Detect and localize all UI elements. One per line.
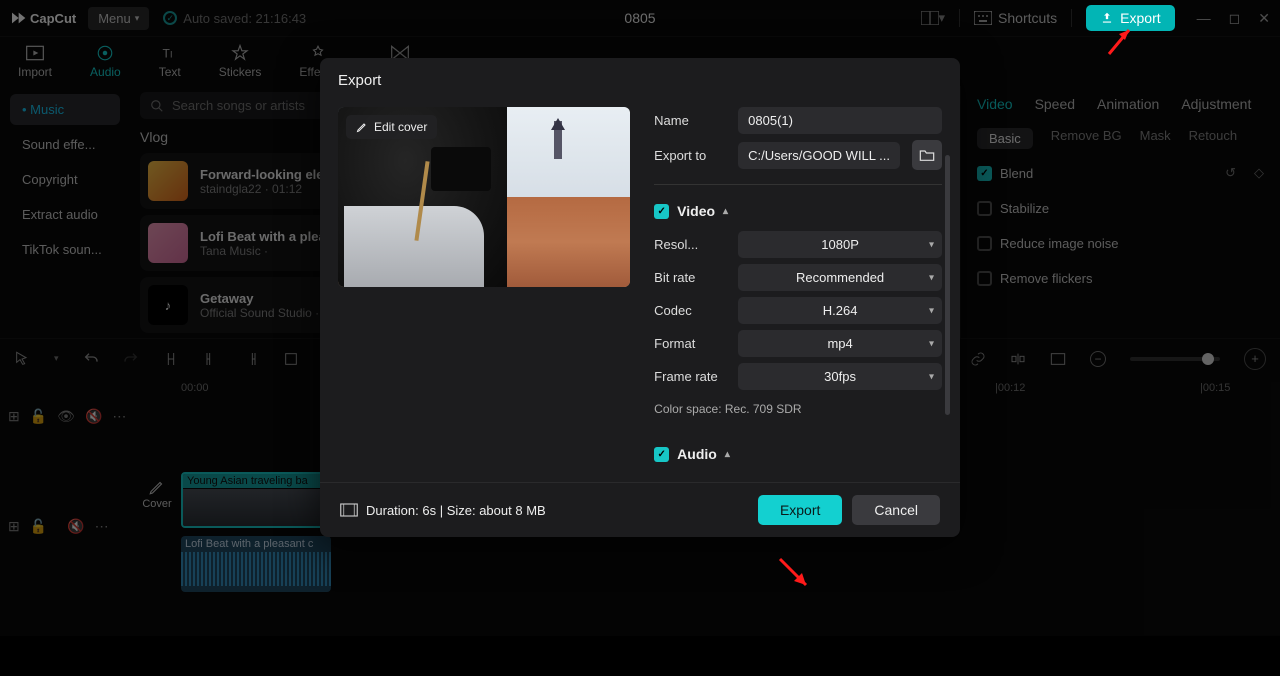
name-input[interactable] <box>738 107 942 134</box>
cover-preview: Edit cover <box>338 107 630 287</box>
name-label: Name <box>654 113 726 128</box>
export-modal: Export Edit cover Name Export to C:/User… <box>0 0 1280 676</box>
duration-info: Duration: 6s | Size: about 8 MB <box>340 503 546 518</box>
checkbox-icon[interactable]: ✓ <box>654 447 669 462</box>
film-icon <box>340 503 358 517</box>
export-confirm-button[interactable]: Export <box>758 495 842 525</box>
audio-section-toggle[interactable]: ✓Audio▴ <box>654 446 942 462</box>
cancel-button[interactable]: Cancel <box>852 495 940 525</box>
modal-title: Export <box>320 58 960 99</box>
codec-select[interactable]: H.264▾ <box>738 297 942 324</box>
checkbox-icon[interactable]: ✓ <box>654 204 669 219</box>
exportto-path: C:/Users/GOOD WILL ... <box>738 142 900 169</box>
chevron-down-icon: ▾ <box>929 272 934 283</box>
resolution-select[interactable]: 1080P▾ <box>738 231 942 258</box>
folder-icon <box>919 148 935 162</box>
format-select[interactable]: mp4▾ <box>738 330 942 357</box>
colorspace-note: Color space: Rec. 709 SDR <box>654 402 942 416</box>
browse-folder-button[interactable] <box>912 140 942 170</box>
chevron-down-icon: ▾ <box>929 239 934 250</box>
framerate-select[interactable]: 30fps▾ <box>738 363 942 390</box>
video-section-toggle[interactable]: ✓Video▴ <box>654 203 942 219</box>
chevron-up-icon: ▴ <box>725 449 730 460</box>
scrollbar[interactable] <box>945 155 950 415</box>
chevron-down-icon: ▾ <box>929 305 934 316</box>
chevron-down-icon: ▾ <box>929 371 934 382</box>
edit-cover-button[interactable]: Edit cover <box>346 115 437 139</box>
chevron-up-icon: ▴ <box>723 206 728 217</box>
chevron-down-icon: ▾ <box>929 338 934 349</box>
exportto-label: Export to <box>654 148 726 163</box>
pencil-icon <box>356 121 368 133</box>
bitrate-select[interactable]: Recommended▾ <box>738 264 942 291</box>
